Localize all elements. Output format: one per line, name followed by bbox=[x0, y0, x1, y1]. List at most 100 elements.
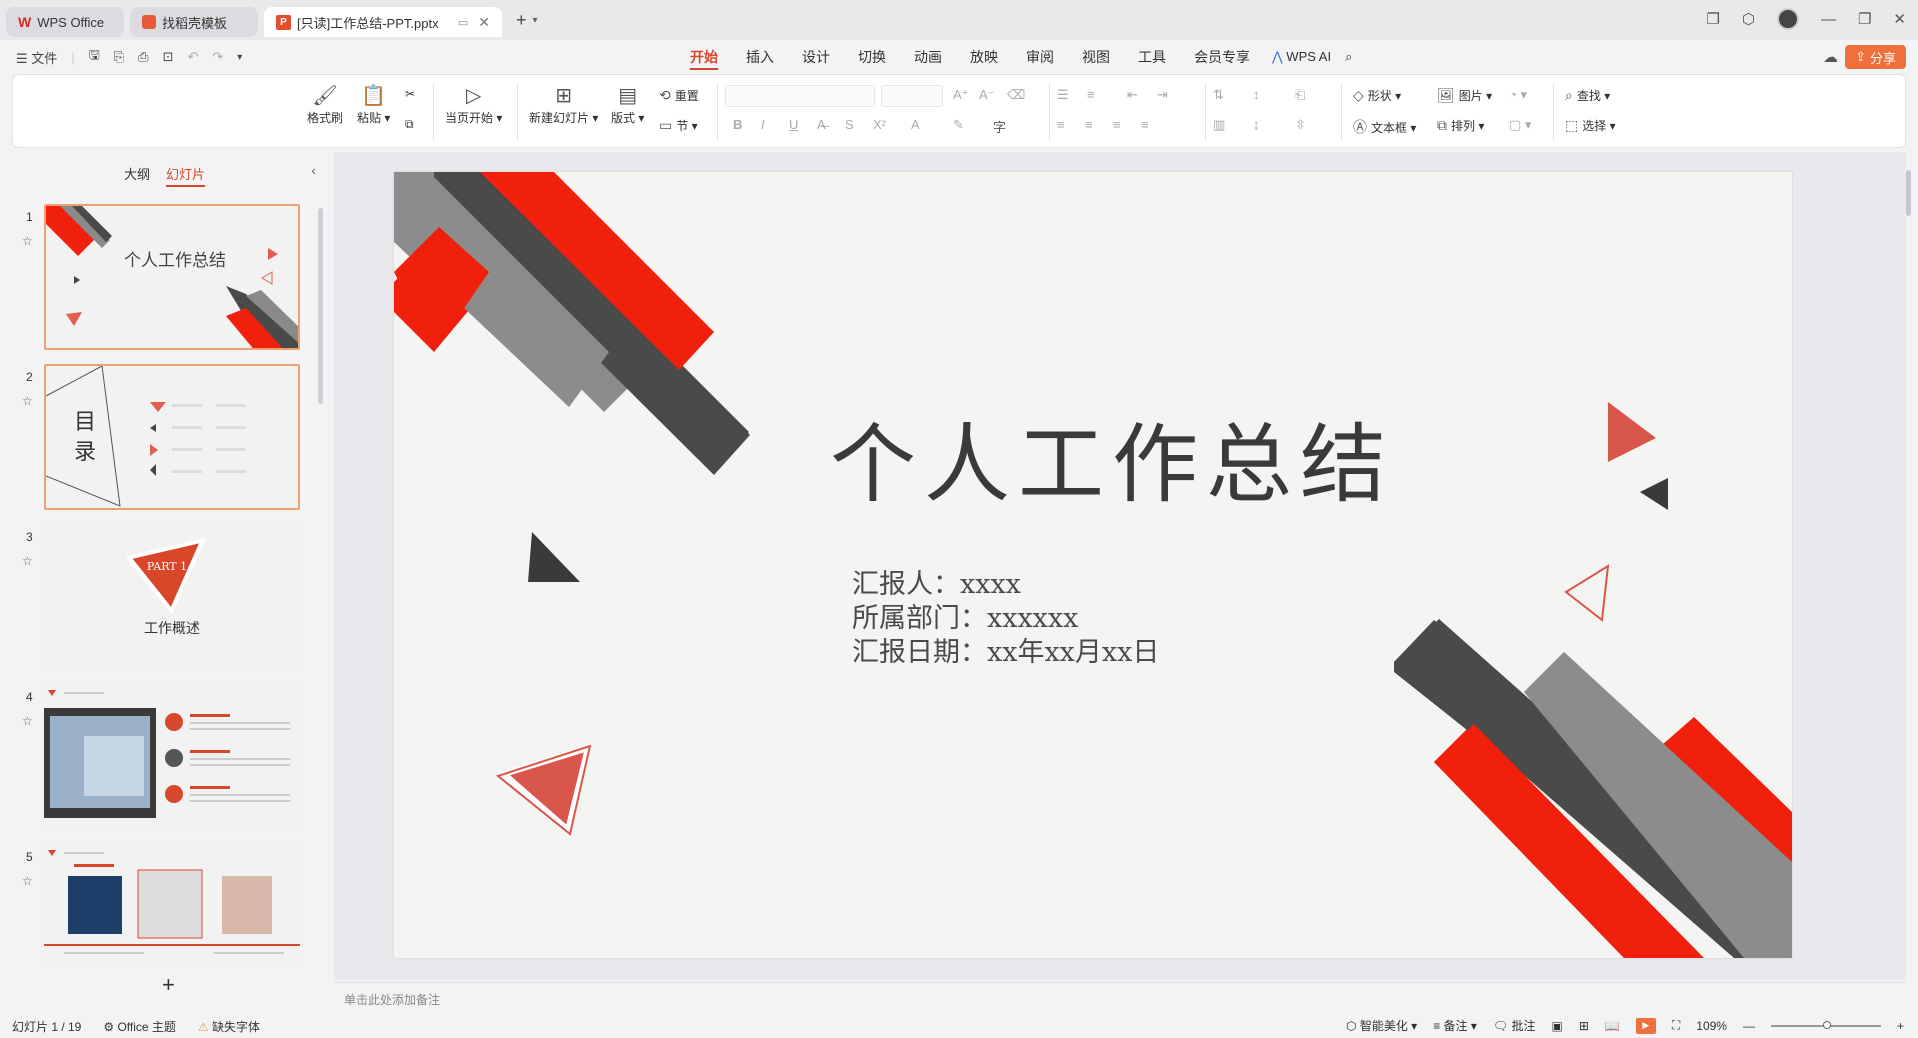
panel-scrollbar[interactable] bbox=[318, 208, 323, 404]
text-direction-icon[interactable]: ⇅ bbox=[1213, 87, 1224, 103]
tab-template[interactable]: 找稻壳模板 bbox=[130, 7, 258, 37]
fill-icon[interactable]: ◔ ▾ bbox=[1509, 87, 1527, 103]
missing-font-button[interactable]: ⚠ 缺失字体 bbox=[198, 1018, 260, 1035]
convert-icon[interactable]: ⎗ bbox=[1295, 87, 1305, 103]
indent-decrease-icon[interactable]: ⇤ bbox=[1127, 87, 1138, 103]
minimize-icon[interactable]: — bbox=[1821, 11, 1836, 28]
strikethrough-icon[interactable]: A̶ bbox=[817, 117, 826, 132]
tab-insert[interactable]: 插入 bbox=[732, 40, 788, 74]
clear-format-icon[interactable]: ⌫ bbox=[1007, 87, 1025, 103]
align-center-icon[interactable]: ≡ bbox=[1085, 117, 1093, 132]
increase-font-icon[interactable]: A⁺ bbox=[953, 87, 969, 103]
copy-icon[interactable]: ⧉ bbox=[405, 117, 414, 132]
undo-icon[interactable]: ↶ bbox=[187, 49, 198, 65]
section-button[interactable]: ▭ 节 ▾ bbox=[659, 117, 698, 134]
zoom-knob[interactable] bbox=[1822, 1020, 1831, 1029]
highlight-icon[interactable]: ✎ bbox=[953, 117, 964, 133]
phonetic-icon[interactable]: 字 bbox=[993, 117, 1006, 136]
columns-icon[interactable]: ▥ bbox=[1213, 117, 1225, 133]
new-slide-button[interactable]: ⊞ 新建幻灯片 ▾ bbox=[529, 83, 598, 126]
avatar[interactable] bbox=[1776, 8, 1799, 30]
slide-title[interactable]: 个人工作总结 bbox=[830, 394, 1394, 519]
tab-wps-office[interactable]: W WPS Office bbox=[6, 7, 124, 37]
save-icon[interactable]: 🖫 bbox=[89, 46, 100, 68]
picture-button[interactable]: 🖼 图片 ▾ bbox=[1437, 87, 1492, 104]
play-from-current-button[interactable]: ▷ 当页开始 ▾ bbox=[445, 83, 502, 126]
tab-animation[interactable]: 动画 bbox=[900, 40, 956, 74]
layout-button[interactable]: ▤ 版式 ▾ bbox=[611, 83, 644, 126]
tab-view[interactable]: 视图 bbox=[1068, 40, 1124, 74]
tab-tools[interactable]: 工具 bbox=[1124, 40, 1180, 74]
zoom-out-icon[interactable]: — bbox=[1743, 1019, 1755, 1033]
close-icon[interactable]: ✕ bbox=[478, 14, 490, 31]
sort-icon[interactable]: ↕ bbox=[1253, 87, 1260, 102]
export-icon[interactable]: ⎘ bbox=[114, 49, 124, 65]
restore-icon[interactable]: ❐ bbox=[1858, 10, 1871, 28]
notes-pane[interactable]: 单击此处添加备注 bbox=[334, 982, 1906, 1012]
more-icon[interactable]: ▾ bbox=[237, 52, 242, 63]
tab-member[interactable]: 会员专享 bbox=[1180, 40, 1264, 74]
select-button[interactable]: ⬚ 选择 ▾ bbox=[1565, 117, 1616, 134]
pin-icon[interactable]: ▭ bbox=[458, 16, 468, 29]
star-icon[interactable]: ☆ bbox=[22, 714, 33, 728]
star-icon[interactable]: ☆ bbox=[22, 554, 33, 568]
tab-review[interactable]: 审阅 bbox=[1012, 40, 1068, 74]
tab-design[interactable]: 设计 bbox=[788, 40, 844, 74]
font-size-select[interactable] bbox=[881, 85, 943, 107]
format-painter-button[interactable]: 🖌 格式刷 bbox=[307, 83, 343, 126]
print-preview-icon[interactable]: ⊡ bbox=[163, 49, 174, 65]
reset-button[interactable]: ⟲ 重置 bbox=[659, 87, 699, 104]
star-icon[interactable]: ☆ bbox=[22, 874, 33, 888]
star-icon[interactable]: ☆ bbox=[22, 394, 33, 408]
find-button[interactable]: ⌕ 查找 ▾ bbox=[1565, 87, 1610, 104]
numbering-icon[interactable]: ≡ bbox=[1087, 87, 1095, 102]
zoom-slider[interactable] bbox=[1770, 1020, 1881, 1029]
outline-icon[interactable]: ▢ ▾ bbox=[1509, 117, 1531, 133]
line-spacing-icon[interactable]: ↨ bbox=[1253, 117, 1260, 132]
bold-icon[interactable]: B bbox=[733, 117, 742, 132]
print-icon[interactable]: ⎙ bbox=[138, 49, 148, 65]
italic-icon[interactable]: I bbox=[761, 117, 765, 132]
slide-thumbnail-5[interactable] bbox=[44, 844, 300, 968]
tab-outline[interactable]: 大纲 bbox=[124, 164, 150, 187]
date-line[interactable]: 汇报日期：xx年xx月xx日 bbox=[852, 630, 1159, 669]
font-color-icon[interactable]: A bbox=[911, 117, 920, 132]
slide-thumbnail-2[interactable]: 目录 bbox=[44, 364, 300, 510]
normal-view-icon[interactable]: ▣ bbox=[1552, 1019, 1563, 1033]
reading-view-icon[interactable]: 📖 bbox=[1605, 1019, 1620, 1033]
window-icon[interactable]: ❐ bbox=[1706, 10, 1719, 28]
align-right-icon[interactable]: ≡ bbox=[1113, 117, 1121, 132]
textbox-button[interactable]: Ⓐ 文本框 ▾ bbox=[1353, 117, 1416, 137]
tab-home[interactable]: 开始 bbox=[676, 40, 732, 74]
cloud-icon[interactable]: ☁ bbox=[1823, 48, 1838, 66]
wps-ai-button[interactable]: ⋀ WPS AI bbox=[1272, 49, 1331, 65]
slide-thumbnail-3[interactable]: PART 1 工作概述 bbox=[44, 524, 300, 670]
chevron-down-icon[interactable]: ▾ bbox=[533, 15, 538, 26]
play-slideshow-icon[interactable]: ▶ bbox=[1635, 1017, 1656, 1034]
slide-thumbnail-1[interactable]: 个人工作总结 bbox=[44, 204, 300, 350]
share-button[interactable]: ⇪ 分享 bbox=[1845, 45, 1906, 69]
cube-icon[interactable]: ⬡ bbox=[1742, 10, 1755, 28]
fit-icon[interactable]: ⛶ bbox=[1672, 1018, 1680, 1033]
current-slide[interactable]: 个人工作总结 汇报人：xxxx 所属部门：xxxxxx 汇报日期：xx年xx月x… bbox=[394, 172, 1792, 958]
justify-icon[interactable]: ≡ bbox=[1141, 117, 1149, 132]
underline-icon[interactable]: U bbox=[789, 117, 798, 132]
tab-transition[interactable]: 切换 bbox=[844, 40, 900, 74]
theme-button[interactable]: ⚙ Office 主题 bbox=[103, 1018, 176, 1035]
redo-icon[interactable]: ↷ bbox=[212, 49, 223, 65]
comments-button[interactable]: 🗨 批注 bbox=[1493, 1017, 1536, 1034]
font-name-select[interactable] bbox=[725, 85, 875, 107]
collapse-icon[interactable]: ‹ bbox=[311, 162, 316, 178]
tab-slideshow[interactable]: 放映 bbox=[956, 40, 1012, 74]
superscript-icon[interactable]: X² bbox=[873, 117, 886, 132]
notes-button[interactable]: ≡ 备注 ▾ bbox=[1433, 1017, 1477, 1034]
add-slide-button[interactable]: + bbox=[162, 972, 175, 998]
align-left-icon[interactable]: ≡ bbox=[1057, 117, 1065, 132]
indent-increase-icon[interactable]: ⇥ bbox=[1157, 87, 1168, 103]
tab-document[interactable]: P [只读]工作总结-PPT.pptx ▭ ✕ bbox=[264, 7, 502, 37]
slide-thumbnail-4[interactable] bbox=[44, 684, 300, 830]
file-menu[interactable]: ☰ 文件 bbox=[16, 48, 57, 67]
bullets-icon[interactable]: ☰ bbox=[1057, 87, 1069, 103]
star-icon[interactable]: ☆ bbox=[22, 234, 33, 248]
canvas-scrollbar[interactable] bbox=[1904, 156, 1912, 976]
